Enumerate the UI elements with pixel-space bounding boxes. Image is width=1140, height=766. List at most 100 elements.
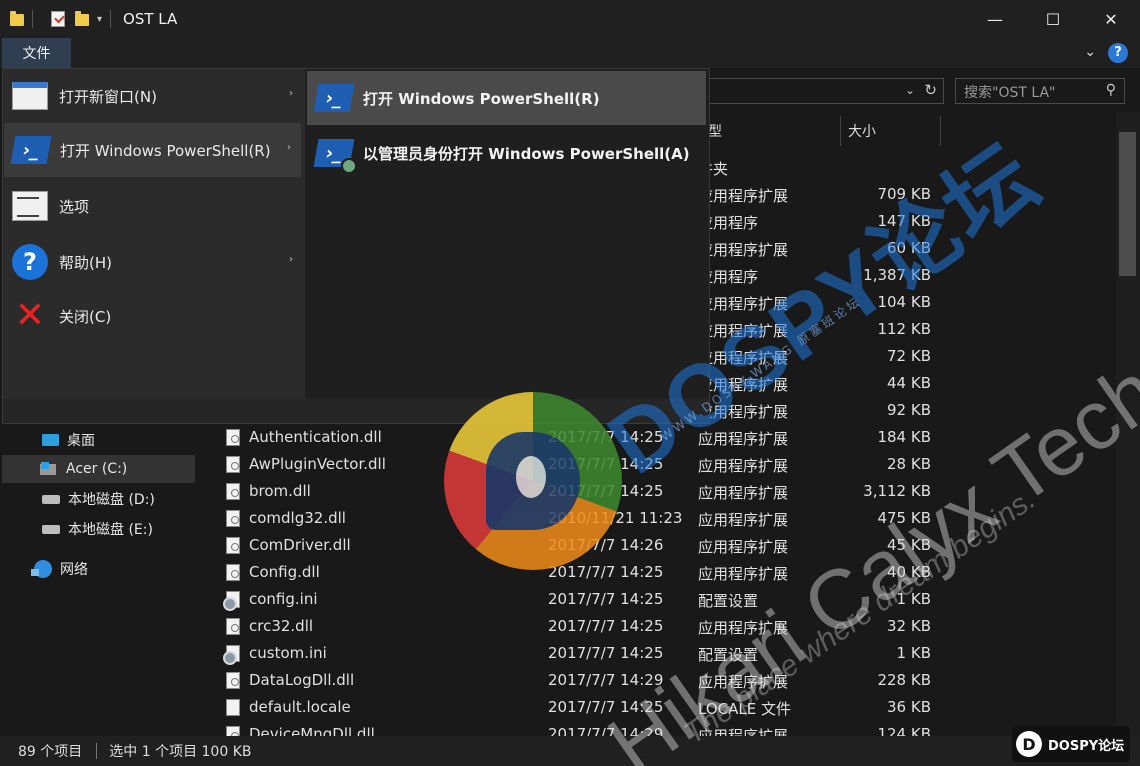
table-row[interactable]: DataLogDll.dll 2017/7/7 14:29 应用程序扩展 228 KB: [198, 667, 1140, 694]
table-row[interactable]: AwPluginVector.dll 2017/7/7 14:25 应用程序扩展 28…: [198, 451, 1140, 478]
row-type: 应用程序扩展: [698, 187, 789, 205]
row-type: 应用程序扩展: [698, 457, 789, 475]
row-size: 228 KB: [877, 671, 931, 689]
folder-icon[interactable]: [10, 11, 24, 26]
nav-item-drive-e[interactable]: 本地磁盘 (E:): [2, 515, 195, 543]
row-type: 应用程序扩展: [698, 241, 789, 259]
selection-info: 选中 1 个项目 100 KB: [109, 744, 252, 760]
nav-item-network[interactable]: 网络: [2, 555, 195, 583]
row-date: 2017/7/7 14:25: [548, 698, 664, 716]
submenu-arrow-icon: ›: [287, 142, 291, 153]
row-name: Config.dll: [249, 563, 320, 581]
new-window-icon: [12, 82, 48, 110]
file-menu-footer: [3, 399, 709, 423]
table-row[interactable]: crc32.dll 2017/7/7 14:25 应用程序扩展 32 KB: [198, 613, 1140, 640]
nav-item-label: 本地磁盘 (E:): [68, 522, 153, 538]
row-size: 44 KB: [887, 374, 931, 392]
properties-check-icon[interactable]: [51, 11, 65, 27]
powershell-submenu: ›_ 打开 Windows PowerShell(R) ›_ 以管理员身份打开 …: [305, 69, 709, 399]
row-type: 应用程序扩展: [698, 403, 789, 421]
tab-file[interactable]: 文件: [2, 38, 71, 68]
admin-user-icon: [341, 158, 357, 174]
title-separator: [110, 10, 112, 28]
menu-item-label: 选项: [59, 197, 90, 216]
dll-file-icon: [226, 564, 240, 581]
table-row[interactable]: default.locale 2017/7/7 14:25 LOCALE 文件 36 …: [198, 694, 1140, 721]
row-type: 应用程序扩展: [698, 295, 789, 313]
ribbon-bar: 文件 ⌄ ?: [0, 38, 1140, 68]
column-divider[interactable]: [840, 116, 841, 146]
close-window-button[interactable]: ✕: [1082, 0, 1140, 38]
drive-icon: [42, 524, 60, 534]
new-folder-icon[interactable]: [75, 11, 89, 26]
menu-item-open-powershell[interactable]: ›_ 打开 Windows PowerShell(R) ›: [4, 123, 301, 177]
table-row[interactable]: Config.dll 2017/7/7 14:25 应用程序扩展 40 KB: [198, 559, 1140, 586]
menu-item-label: 打开 Windows PowerShell(R): [60, 141, 271, 160]
row-size: 184 KB: [877, 428, 931, 446]
title-bar: ▾ OST LA — ☐ ✕: [0, 0, 1140, 38]
table-row[interactable]: ComDriver.dll 2017/7/7 14:26 应用程序扩展 45 KB: [198, 532, 1140, 559]
address-bar[interactable]: ⌄ ↻: [706, 78, 944, 104]
scrollbar-thumb[interactable]: [1119, 132, 1136, 276]
nav-item-desktop[interactable]: 桌面: [2, 426, 195, 454]
table-row[interactable]: config.ini 2017/7/7 14:25 配置设置 1 KB: [198, 586, 1140, 613]
row-date: 2017/7/7 14:25: [548, 590, 664, 608]
title-separator: [32, 10, 33, 28]
help-icon[interactable]: ?: [1108, 43, 1128, 63]
column-divider[interactable]: [940, 116, 941, 146]
row-size: 92 KB: [887, 401, 931, 419]
menu-item-close[interactable]: ✕ 关闭(C): [3, 289, 303, 343]
dospy-badge: D DOSPY论坛: [1012, 726, 1130, 762]
nav-item-label: 本地磁盘 (D:): [68, 492, 155, 508]
menu-item-options[interactable]: 选项: [3, 179, 303, 233]
search-input[interactable]: 搜索"OST LA" ⚲: [955, 78, 1125, 104]
dll-file-icon: [226, 618, 240, 635]
close-icon: ✕: [14, 295, 46, 336]
customize-dropdown-icon[interactable]: ▾: [97, 14, 102, 25]
nav-item-drive-c[interactable]: Acer (C:): [2, 455, 195, 483]
row-size: 28 KB: [887, 455, 931, 473]
refresh-icon[interactable]: ↻: [924, 81, 937, 99]
row-type: 应用程序扩展: [698, 484, 789, 502]
row-name: crc32.dll: [249, 617, 314, 635]
dll-file-icon: [226, 483, 240, 500]
row-type: 配置设置: [698, 646, 759, 664]
row-date: 2017/7/7 14:25: [548, 455, 664, 473]
search-icon[interactable]: ⚲: [1106, 82, 1116, 98]
nav-item-label: Acer (C:): [66, 461, 128, 477]
file-icon: [226, 699, 240, 716]
row-size: 3,112 KB: [863, 482, 931, 500]
row-size: 36 KB: [887, 698, 931, 716]
row-name: ComDriver.dll: [249, 536, 351, 554]
menu-item-new-window[interactable]: 打开新窗口(N) ›: [3, 69, 303, 123]
address-history-chevron-icon[interactable]: ⌄: [905, 83, 915, 97]
status-separator: [96, 743, 98, 759]
dll-file-icon: [226, 537, 240, 554]
menu-item-help[interactable]: ? 帮助(H) ›: [3, 235, 303, 289]
windows-drive-icon: [40, 462, 58, 476]
window-title: OST LA: [123, 10, 178, 28]
column-header-size[interactable]: 大小: [848, 116, 876, 146]
submenu-item-open-powershell[interactable]: ›_ 打开 Windows PowerShell(R): [307, 71, 706, 125]
expand-ribbon-icon[interactable]: ⌄: [1084, 44, 1096, 60]
menu-item-label: 帮助(H): [59, 253, 112, 272]
row-size: 60 KB: [887, 239, 931, 257]
table-row[interactable]: custom.ini 2017/7/7 14:25 配置设置 1 KB: [198, 640, 1140, 667]
table-row[interactable]: brom.dll 2017/7/7 14:25 应用程序扩展 3,112 KB: [198, 478, 1140, 505]
row-type: 应用程序扩展: [698, 538, 789, 556]
row-date: 2017/7/7 14:26: [548, 536, 664, 554]
row-size: 40 KB: [887, 563, 931, 581]
table-row[interactable]: Authentication.dll 2017/7/7 14:25 应用程序扩展 18…: [198, 424, 1140, 451]
table-row[interactable]: comdlg32.dll 2010/11/21 11:23 应用程序扩展 475 KB: [198, 505, 1140, 532]
minimize-button[interactable]: —: [966, 0, 1024, 38]
row-date: 2017/7/7 14:25: [548, 428, 664, 446]
row-size: 45 KB: [887, 536, 931, 554]
submenu-item-open-powershell-admin[interactable]: ›_ 以管理员身份打开 Windows PowerShell(A): [307, 126, 706, 180]
nav-item-label: 桌面: [67, 433, 95, 449]
maximize-button[interactable]: ☐: [1024, 0, 1082, 38]
nav-item-drive-d[interactable]: 本地磁盘 (D:): [2, 485, 195, 513]
row-name: brom.dll: [249, 482, 311, 500]
row-date: 2010/11/21 11:23: [548, 509, 683, 527]
column-header-type[interactable]: 型: [708, 116, 722, 146]
row-name: default.locale: [249, 698, 351, 716]
